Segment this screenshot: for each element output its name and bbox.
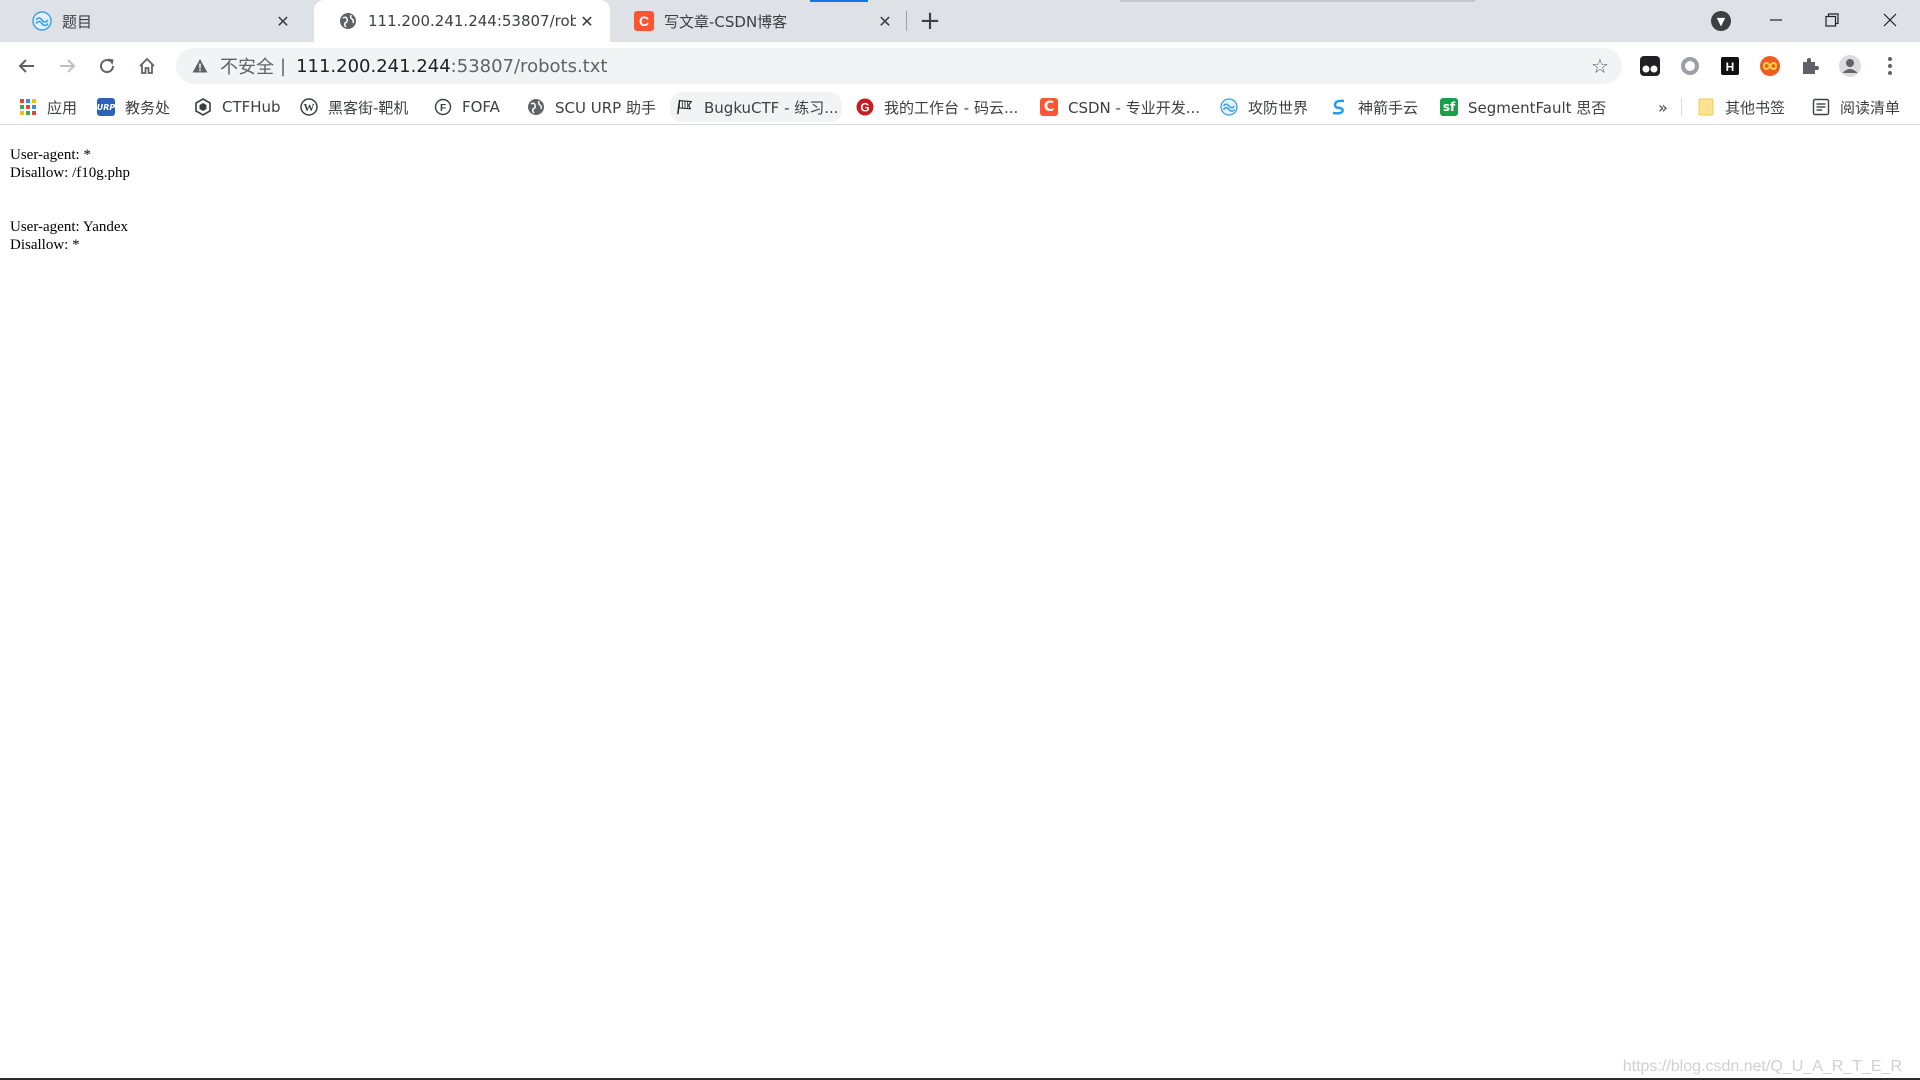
- wave-icon: [32, 11, 52, 31]
- close-icon[interactable]: ✕: [874, 10, 896, 32]
- url-path: :53807/robots.txt: [450, 55, 608, 77]
- reading-list-button[interactable]: 阅读清单: [1812, 95, 1900, 119]
- fofa-icon: F: [434, 98, 452, 116]
- bookmark-apps[interactable]: 应用: [19, 95, 77, 119]
- bookmark-label: 我的工作台 - 码云...: [884, 98, 1019, 117]
- svg-text:H: H: [1726, 60, 1735, 74]
- bookmark-label: 神箭手云: [1358, 98, 1419, 117]
- ctfhub-icon: [194, 98, 212, 116]
- reading-list-icon: [1812, 98, 1830, 116]
- bookmarks-separator: [1681, 98, 1682, 116]
- reload-button[interactable]: [91, 50, 123, 82]
- window-close-button[interactable]: [1862, 0, 1918, 40]
- bookmark-label: SegmentFault 思否: [1468, 98, 1607, 117]
- bookmark-heikejie[interactable]: W 黑客街-靶机: [300, 95, 408, 119]
- security-label[interactable]: 不安全: [220, 53, 274, 79]
- bookmark-label: CTFHub: [222, 98, 281, 116]
- csdn-icon: C: [1040, 98, 1058, 116]
- bookmark-label: BugkuCTF - 练习...: [704, 98, 839, 117]
- tab-2[interactable]: C 写文章-CSDN博客 ✕: [610, 0, 908, 42]
- watermark: https://blog.csdn.net/Q_U_A_R_T_E_R: [1622, 1058, 1902, 1075]
- bookmark-segmentfault[interactable]: sf SegmentFault 思否: [1440, 95, 1606, 119]
- bookmark-label: 阅读清单: [1840, 98, 1901, 117]
- home-icon: [139, 57, 155, 74]
- arrow-left-icon: [18, 59, 34, 73]
- bookmark-label: 应用: [47, 98, 78, 117]
- warning-icon[interactable]: [190, 58, 210, 74]
- close-icon[interactable]: ✕: [272, 10, 294, 32]
- tab-title: 题目: [62, 12, 93, 31]
- folder-icon: [1697, 98, 1715, 116]
- csdn-icon: C: [634, 11, 654, 31]
- bookmark-label: FOFA: [462, 98, 500, 116]
- svg-text:G: G: [860, 101, 869, 115]
- apps-grid-icon: [19, 98, 37, 116]
- star-icon[interactable]: ☆: [1590, 56, 1610, 76]
- address-bar[interactable]: 不安全 | 111.200.241.244:53807/robots.txt ☆: [176, 48, 1622, 84]
- minimize-button[interactable]: [1748, 0, 1804, 40]
- kebab-menu-icon[interactable]: [1878, 54, 1902, 78]
- globe-icon: [338, 11, 358, 31]
- tab-1[interactable]: 111.200.241.244:53807/robots ✕: [314, 0, 610, 42]
- bookmark-label: SCU URP 助手: [555, 98, 656, 117]
- svg-text:C: C: [639, 13, 649, 29]
- tab-strip-shadow: [1120, 0, 1475, 2]
- infinity-extension-icon[interactable]: [1758, 54, 1782, 78]
- arrow-right-icon: [60, 59, 76, 73]
- bookmark-fofa[interactable]: F FOFA: [434, 95, 500, 119]
- wave-icon: [1220, 98, 1238, 116]
- robots-txt-content: User-agent: * Disallow: /f10g.php User-a…: [10, 147, 130, 253]
- tab-separator: [906, 11, 907, 31]
- extension-circle-icon[interactable]: [1678, 54, 1702, 78]
- close-icon[interactable]: ✕: [576, 10, 598, 32]
- bookmark-label: CSDN - 专业开发...: [1068, 98, 1201, 117]
- bookmark-other-folder[interactable]: 其他书签: [1697, 95, 1785, 119]
- globe-icon: [527, 98, 545, 116]
- profile-avatar[interactable]: [1838, 54, 1862, 78]
- tampermonkey-icon[interactable]: [1638, 54, 1662, 78]
- bookmark-scu-urp[interactable]: SCU URP 助手: [527, 95, 656, 119]
- wordpress-icon: W: [300, 98, 318, 116]
- hackbar-icon[interactable]: H: [1718, 54, 1742, 78]
- bookmark-label: 黑客街-靶机: [328, 98, 409, 117]
- bookmark-gitee[interactable]: G 我的工作台 - 码云...: [856, 95, 1018, 119]
- tab-title: 写文章-CSDN博客: [664, 12, 788, 31]
- tab-0[interactable]: 题目 ✕: [8, 0, 306, 42]
- bookmarks-bar: 应用 URP 教务处 CTFHub W 黑客街-靶机 F FOFA SCU UR…: [0, 90, 1920, 125]
- forward-button[interactable]: [51, 50, 83, 82]
- tab-strip: 题目 ✕ 111.200.241.244:53807/robots ✕ C 写文…: [0, 0, 1920, 42]
- bookmark-csdn[interactable]: C CSDN - 专业开发...: [1040, 95, 1200, 119]
- tab-title: 111.200.241.244:53807/robots: [368, 12, 576, 30]
- bookmark-gongfang[interactable]: 攻防世界: [1220, 95, 1308, 119]
- svg-text:F: F: [440, 103, 446, 114]
- bookmark-bugkuctf[interactable]: BugkuCTF - 练习...: [670, 92, 842, 122]
- svg-text:W: W: [304, 102, 315, 114]
- restore-button[interactable]: [1804, 0, 1860, 40]
- new-tab-button[interactable]: +: [916, 6, 944, 36]
- bookmark-jiaowuchu[interactable]: URP 教务处: [97, 95, 170, 119]
- flag-icon: [676, 98, 694, 116]
- shenjianshou-icon: [1330, 98, 1348, 116]
- address-separator: |: [280, 55, 287, 77]
- toolbar: 不安全 | 111.200.241.244:53807/robots.txt ☆…: [0, 42, 1920, 90]
- bookmark-shenjianshou[interactable]: 神箭手云: [1330, 95, 1418, 119]
- home-button[interactable]: [131, 50, 163, 82]
- segmentfault-icon: sf: [1440, 98, 1458, 116]
- url-host: 111.200.241.244: [296, 55, 451, 77]
- bookmark-label: 教务处: [125, 98, 171, 117]
- bookmark-label: 其他书签: [1725, 98, 1786, 117]
- back-button[interactable]: [11, 50, 43, 82]
- urp-icon: URP: [97, 98, 115, 116]
- gitee-icon: G: [856, 98, 874, 116]
- puzzle-icon[interactable]: [1798, 54, 1822, 78]
- bookmark-ctfhub[interactable]: CTFHub: [194, 95, 281, 119]
- tab-search-icon[interactable]: ▼: [1711, 11, 1731, 31]
- bookmark-label: 攻防世界: [1248, 98, 1309, 117]
- bookmarks-overflow-button[interactable]: »: [1658, 95, 1668, 119]
- reload-icon: [100, 58, 115, 74]
